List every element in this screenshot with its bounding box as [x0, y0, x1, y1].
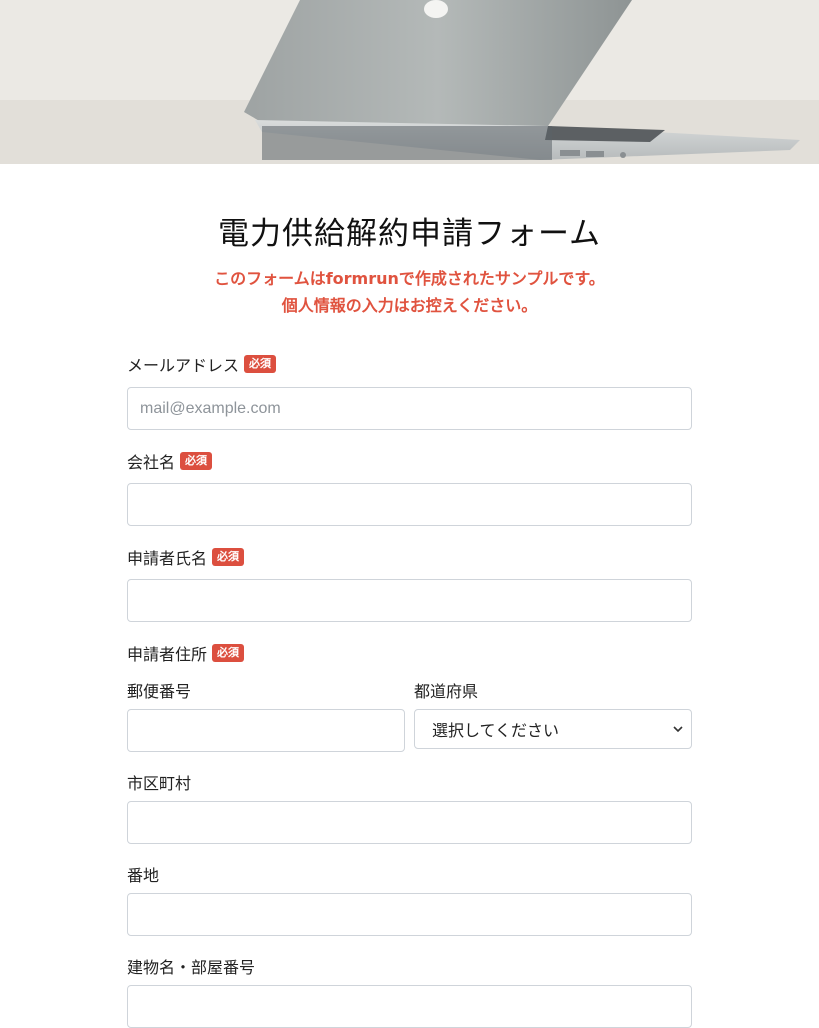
company-input[interactable] — [127, 483, 692, 526]
email-label-text: メールアドレス — [127, 356, 240, 375]
form-title: 電力供給解約申請フォーム — [217, 216, 602, 252]
required-badge: 必須 — [212, 548, 245, 566]
address-label: 申請者住所 必須 — [127, 641, 245, 665]
address-label-text: 申請者住所 — [127, 645, 208, 664]
city-label: 市区町村 — [127, 774, 192, 793]
applicant-name-input[interactable] — [127, 579, 692, 622]
postal-code-label: 郵便番号 — [127, 682, 192, 701]
email-input[interactable] — [127, 387, 692, 430]
street-label: 番地 — [127, 866, 160, 885]
required-badge: 必須 — [180, 452, 213, 470]
applicant-name-label-text: 申請者氏名 — [127, 549, 208, 568]
building-label: 建物名・部屋番号 — [127, 958, 256, 977]
company-label-text: 会社名 — [127, 453, 176, 472]
city-input[interactable] — [127, 801, 692, 844]
hero-image — [0, 0, 819, 164]
privacy-notice: 個人情報の入力はお控えください。 — [281, 296, 538, 315]
prefecture-label: 都道府県 — [414, 682, 479, 701]
laptop-illustration — [0, 0, 819, 164]
street-input[interactable] — [127, 893, 692, 936]
prefecture-select[interactable]: 選択してください — [414, 709, 692, 749]
required-badge: 必須 — [244, 355, 277, 373]
applicant-name-label: 申請者氏名 必須 — [127, 545, 245, 569]
company-label: 会社名 必須 — [127, 449, 213, 473]
chevron-down-icon — [673, 722, 683, 736]
prefecture-selected-value: 選択してください — [432, 721, 560, 740]
email-label: メールアドレス 必須 — [127, 352, 277, 376]
postal-code-input[interactable] — [127, 709, 405, 752]
building-input[interactable] — [127, 985, 692, 1028]
required-badge: 必須 — [212, 644, 245, 662]
sample-notice: このフォームはformrunで作成されたサンプルです。 — [214, 269, 605, 288]
